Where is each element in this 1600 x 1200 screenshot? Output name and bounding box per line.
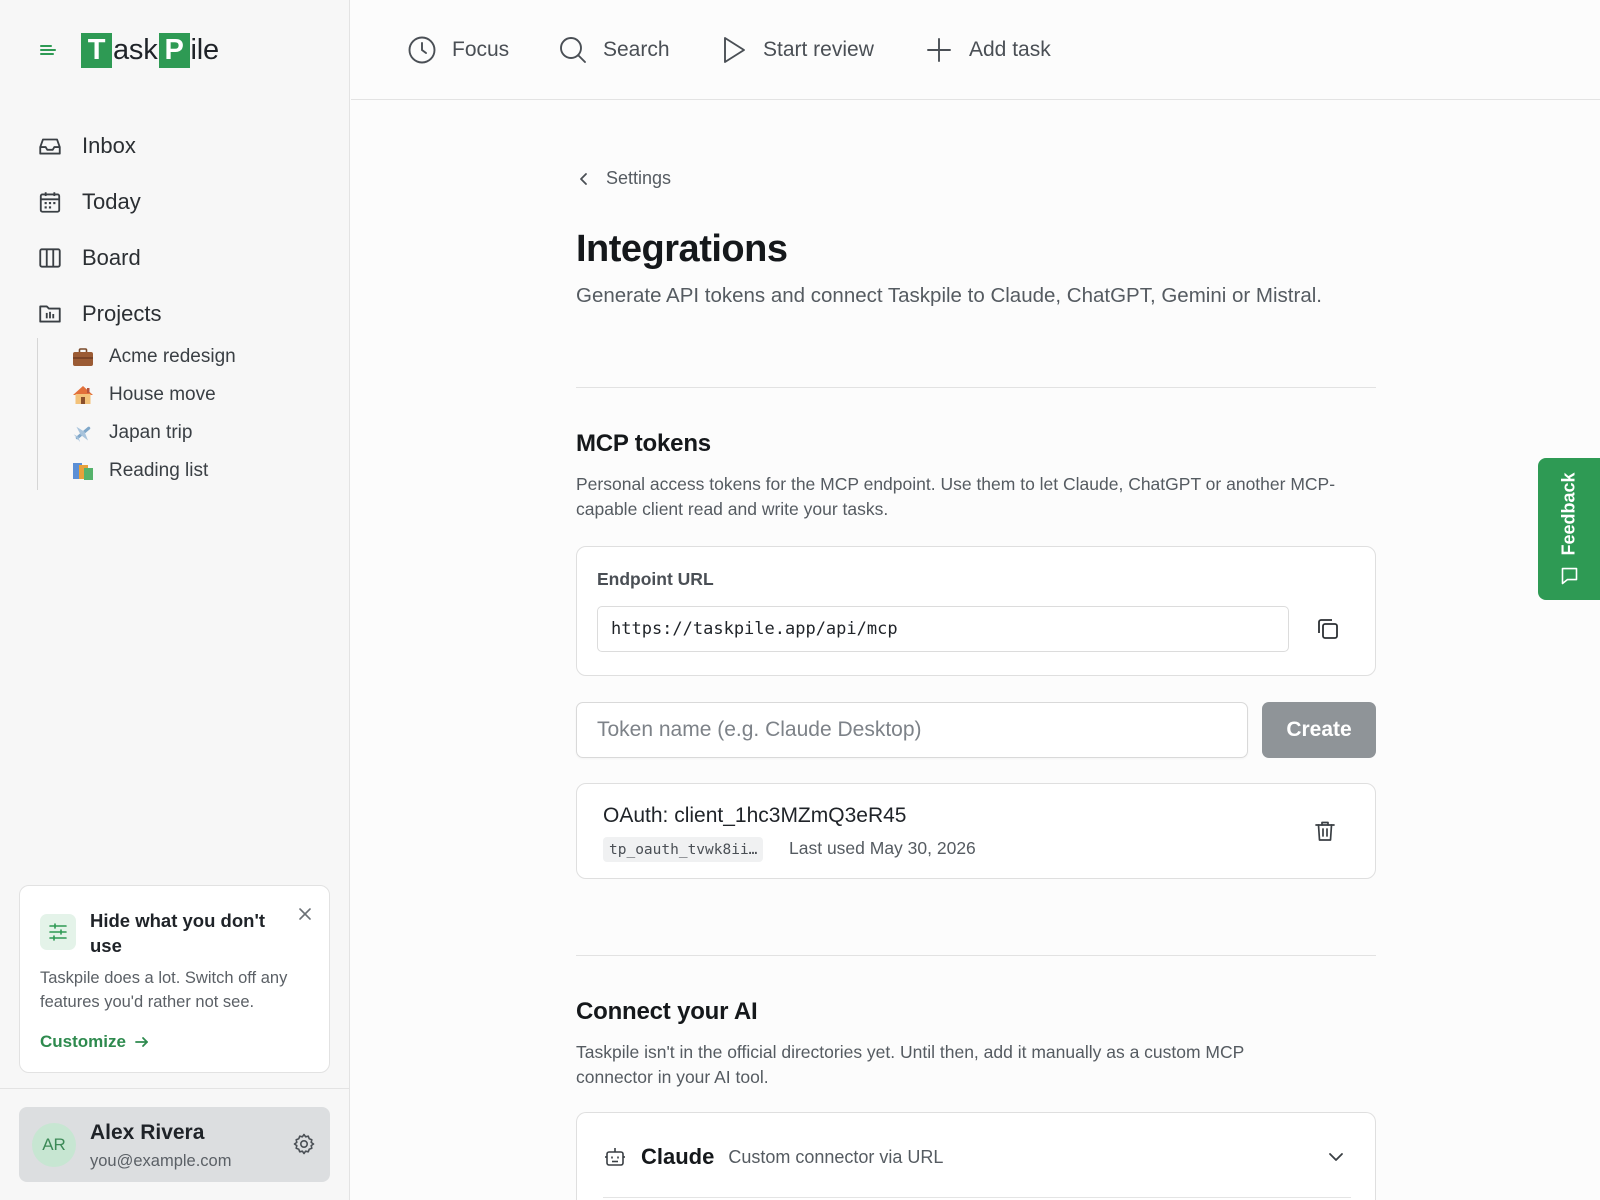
search-button[interactable]: Search xyxy=(557,30,670,70)
search-icon xyxy=(557,34,589,66)
sidebar-divider xyxy=(0,1088,350,1089)
endpoint-url-field[interactable]: https://taskpile.app/api/mcp xyxy=(597,606,1289,652)
sidebar-nav: Inbox Today Board Projects xyxy=(36,118,326,342)
mcp-tokens-description: Personal access tokens for the MCP endpo… xyxy=(576,474,1336,519)
focus-button[interactable]: Focus xyxy=(406,30,509,70)
projects-folder-icon xyxy=(36,300,64,328)
sidebar-item-label: Today xyxy=(82,189,141,214)
user-name: Alex Rivera xyxy=(90,1121,205,1144)
logo-text-ile: ile xyxy=(190,33,220,66)
briefcase-icon xyxy=(71,346,95,368)
token-prefix: tp_oauth_tvwk8ii… xyxy=(603,837,764,862)
logo-text-ask: ask xyxy=(113,33,158,66)
page-subtitle: Generate API tokens and connect Taskpile… xyxy=(576,284,1322,307)
endpoint-label: Endpoint URL xyxy=(597,569,714,589)
token-last-used: Last used May 30, 2026 xyxy=(789,838,976,858)
clock-icon xyxy=(406,34,438,66)
project-label: House move xyxy=(109,384,216,405)
sidebar-item-label: Inbox xyxy=(82,133,136,158)
sidebar-item-label: Projects xyxy=(82,301,162,326)
sidebar-item-label: Board xyxy=(82,245,141,270)
provider-name: Claude xyxy=(641,1144,715,1169)
customize-promo-card: Hide what you don't use Taskpile does a … xyxy=(19,885,330,1073)
project-item-reading-list[interactable]: Reading list xyxy=(71,452,236,490)
feedback-tab[interactable]: Feedback xyxy=(1538,458,1600,600)
start-review-label: Start review xyxy=(763,38,874,61)
provider-divider xyxy=(603,1197,1351,1198)
logo-letter-p: P xyxy=(158,32,190,68)
app-logo[interactable]: Task Pile xyxy=(80,32,220,68)
project-list: Acme redesign House move Japan trip Read… xyxy=(37,338,236,490)
user-email: you@example.com xyxy=(90,1152,232,1170)
arrow-right-icon xyxy=(134,1034,150,1050)
section-divider xyxy=(576,955,1376,956)
house-icon xyxy=(71,384,95,406)
connect-ai-description: Taskpile isn't in the official directori… xyxy=(576,1042,1244,1087)
breadcrumb-label: Settings xyxy=(606,168,672,188)
connect-ai-title: Connect your AI xyxy=(576,998,758,1025)
token-name: OAuth: client_1hc3MZmQ3eR45 xyxy=(603,804,907,827)
customize-link-label: Customize xyxy=(40,1032,126,1051)
close-icon[interactable] xyxy=(295,904,315,924)
inbox-icon xyxy=(36,132,64,160)
user-menu[interactable]: AR Alex Rivera you@example.com xyxy=(19,1107,330,1182)
provider-card-claude: Claude Custom connector via URL xyxy=(576,1112,1376,1200)
provider-subtitle: Custom connector via URL xyxy=(728,1146,944,1167)
board-columns-icon xyxy=(36,244,64,272)
copy-icon[interactable] xyxy=(1314,615,1342,643)
project-item-japan-trip[interactable]: Japan trip xyxy=(71,414,236,452)
gear-icon[interactable] xyxy=(292,1132,316,1156)
start-review-button[interactable]: Start review xyxy=(717,30,874,70)
sliders-icon xyxy=(40,914,76,950)
breadcrumb[interactable]: Settings xyxy=(576,168,671,189)
trash-icon[interactable] xyxy=(1312,818,1338,844)
endpoint-card: Endpoint URL https://taskpile.app/api/mc… xyxy=(576,546,1376,676)
add-task-label: Add task xyxy=(969,38,1051,61)
logo-letter-t: T xyxy=(81,32,112,68)
sidebar-item-today[interactable]: Today xyxy=(36,174,326,230)
page-title: Integrations xyxy=(576,228,788,270)
sidebar-item-board[interactable]: Board xyxy=(36,230,326,286)
project-label: Acme redesign xyxy=(109,346,236,367)
logo-row: Task Pile xyxy=(38,30,219,70)
feedback-label: Feedback xyxy=(1558,472,1579,556)
provider-header-claude[interactable]: Claude Custom connector via URL xyxy=(603,1137,1351,1177)
airplane-icon xyxy=(71,422,95,444)
chat-bubble-icon xyxy=(1559,566,1579,586)
top-toolbar: Focus Search Start review Add task xyxy=(351,0,1600,100)
books-icon xyxy=(71,460,95,482)
promo-title: Hide what you don't use xyxy=(90,910,266,956)
chevron-left-icon xyxy=(576,171,592,187)
project-label: Reading list xyxy=(109,460,209,481)
mcp-tokens-title: MCP tokens xyxy=(576,430,711,457)
token-name-input[interactable] xyxy=(576,702,1248,758)
promo-body: Taskpile does a lot. Switch off any feat… xyxy=(40,969,288,1011)
project-item-house-move[interactable]: House move xyxy=(71,376,236,414)
token-row: OAuth: client_1hc3MZmQ3eR45 tp_oauth_tvw… xyxy=(576,783,1376,879)
chevron-down-icon xyxy=(1325,1146,1347,1168)
add-task-button[interactable]: Add task xyxy=(923,30,1051,70)
avatar: AR xyxy=(32,1123,76,1167)
feedback-content: Feedback xyxy=(1559,472,1580,585)
project-label: Japan trip xyxy=(109,422,193,443)
customize-link[interactable]: Customize xyxy=(40,1032,150,1052)
calendar-icon xyxy=(36,188,64,216)
plus-icon xyxy=(923,34,955,66)
sidebar-item-inbox[interactable]: Inbox xyxy=(36,118,326,174)
project-item-acme-redesign[interactable]: Acme redesign xyxy=(71,338,236,376)
sidebar-item-projects[interactable]: Projects xyxy=(36,286,326,342)
create-token-button[interactable]: Create xyxy=(1262,702,1376,758)
collapse-sidebar-icon[interactable] xyxy=(38,40,58,60)
play-icon xyxy=(717,34,749,66)
search-label: Search xyxy=(603,38,670,61)
section-divider xyxy=(576,387,1376,388)
robot-icon xyxy=(603,1145,627,1169)
focus-label: Focus xyxy=(452,38,510,61)
sidebar: Task Pile Inbox Today Board Projects Acm… xyxy=(0,0,350,1200)
